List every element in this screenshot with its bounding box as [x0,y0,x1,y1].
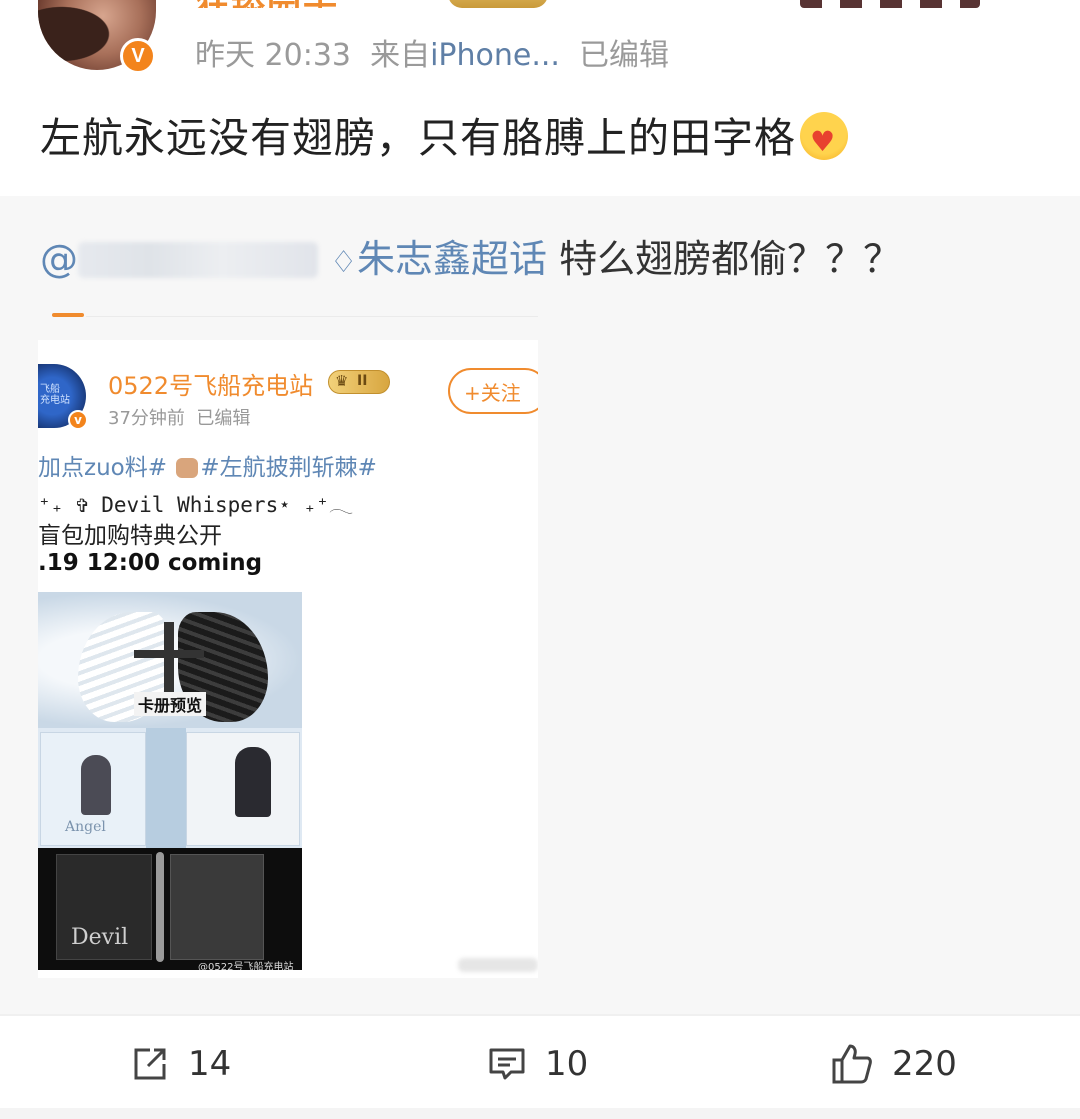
album-spine [146,728,186,848]
comment-count: 10 [545,1044,589,1084]
supertopic-diamond-icon: ♢ [330,245,357,280]
tab-indicator [52,313,84,317]
promo-bottom-panel: Devil @0522号飞船充电站 [38,848,302,970]
crown-icon: ♛ [335,372,349,390]
embedded-line-bonus: 盲包加购特典公开 [38,523,222,549]
comment-button[interactable]: 10 [487,1040,588,1088]
promo-tag: 卡册预览 [134,692,207,716]
like-button[interactable]: 220 [830,1040,957,1088]
post-text: 左航永远没有翅膀，只有胳膊上的田字格 [40,104,848,164]
like-count: 220 [892,1044,957,1084]
verified-badge-icon: V [120,38,156,74]
edited-label: 已编辑 [579,38,670,73]
binder-ring [156,852,164,962]
hashtag-1: 加点zuo料# [38,455,175,481]
blurred-mention[interactable] [78,242,318,278]
angel-label: Angel [65,819,106,835]
share-button[interactable]: 14 [130,1040,231,1088]
embedded-line-devil: ⁺₊ ✞ Devil Whispers⋆ ₊⁺𓂃 [38,493,354,517]
promo-image: 卡册预览 Angel Devil @0522号飞船充电站 [38,592,302,970]
share-icon [134,1048,166,1080]
portrait-card [186,732,300,846]
embedded-screenshot[interactable]: 飞船 充电站 v 0522号飞船充电站 ♛ II +关注 37分钟前 已编辑 加点… [38,340,538,978]
embedded-time: 37分钟前 [108,408,185,429]
embedded-follow-button: +关注 [448,368,538,414]
embedded-account-name: 0522号飞船充电站 [108,372,314,400]
comment-icon [489,1048,525,1080]
watermark: @0522号飞船充电站 [198,962,294,970]
divider [86,316,538,317]
embedded-line-date: .19 12:00 coming [38,550,263,576]
mention-at[interactable]: @ [40,237,78,281]
post-source[interactable]: iPhone... [430,38,560,73]
devil-label: Devil [71,925,129,950]
figure-portrait [235,747,271,817]
promo-top-panel: 卡册预览 [38,592,302,728]
footer-divider [0,1014,1080,1016]
hashtag-2: #左航披荆斩棘# [200,455,377,481]
share-count: 14 [188,1044,232,1084]
figure-angel [81,755,111,815]
supertopic-link[interactable]: 朱志鑫超话 [357,237,547,281]
embedded-level-badge: ♛ II [328,370,390,394]
thumbs-up-icon [832,1044,872,1084]
level-text: II [357,373,368,389]
source-prefix: 来自 [370,38,431,73]
member-badge-icon [448,0,548,8]
repost-text: @ ♢朱志鑫超话 特么翅膀都偷？？？ [40,228,901,283]
wing-card [170,854,264,960]
embedded-verified-icon: v [68,410,88,430]
post-time: 昨天 20:33 [195,38,351,73]
embedded-hashtags: 加点zuo料# #左航披荆斩棘# [38,448,377,482]
blurred-text [458,958,538,972]
cat-emoji-icon [176,458,199,478]
hugging-emoji-icon [800,112,848,160]
embedded-meta: 37分钟前 已编辑 [108,404,250,430]
devil-card: Devil [56,854,152,960]
redaction-scribble [800,0,980,8]
post-body: 左航永远没有翅膀，只有胳膊上的田字格 [40,114,796,162]
embedded-edited: 已编辑 [196,408,251,429]
promo-middle-panel: Angel [38,728,302,848]
bottom-separator [0,1108,1080,1119]
angel-card: Angel [40,732,146,846]
cross-bar-icon [134,650,204,658]
post-meta: 昨天 20:33 来自iPhone... 已编辑 [195,30,669,74]
repost-comment: 特么翅膀都偷？？？ [547,237,902,281]
